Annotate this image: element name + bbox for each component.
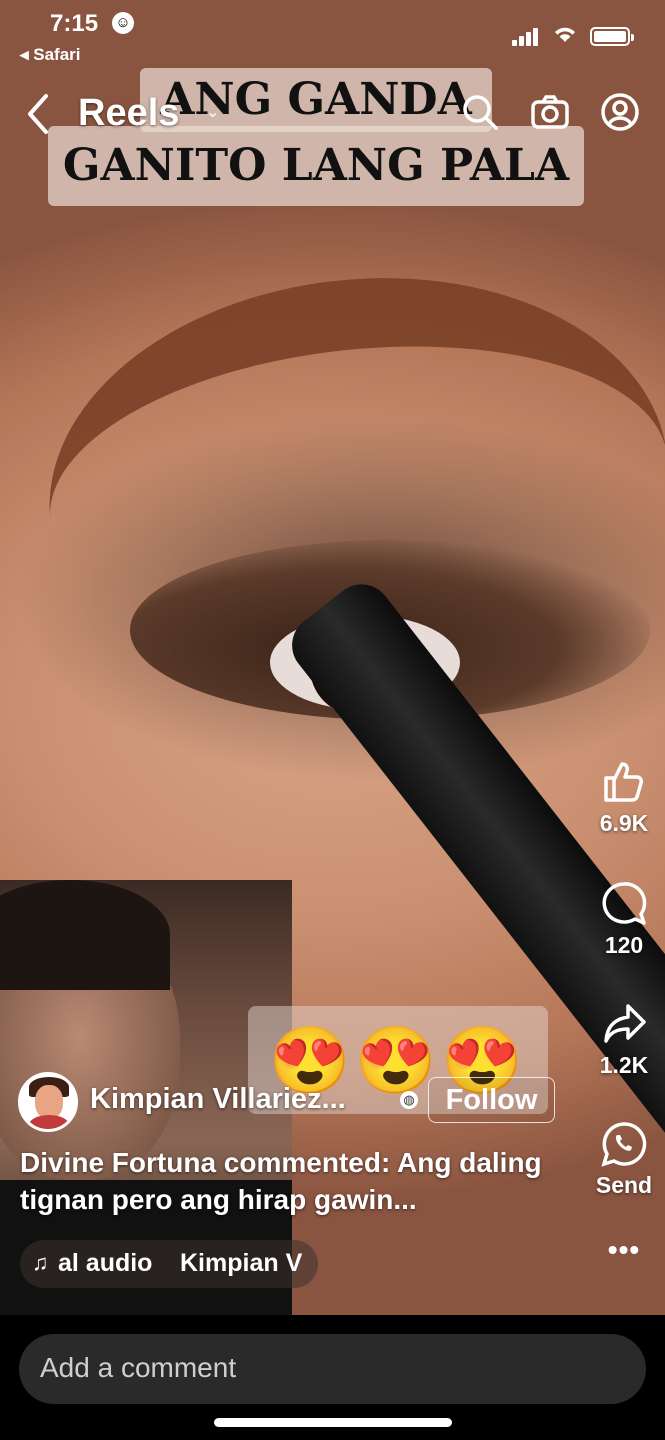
follow-button[interactable]: Follow: [428, 1077, 555, 1123]
share-icon: [604, 1004, 646, 1043]
video-eyebrow: [28, 248, 665, 562]
cellular-signal-icon: [512, 28, 538, 46]
wifi-icon: [552, 24, 578, 49]
avatar[interactable]: [18, 1072, 78, 1132]
chevron-down-icon[interactable]: ⌄: [206, 102, 219, 122]
like-count: 6.9K: [599, 810, 649, 836]
status-time: 7:15: [50, 10, 99, 37]
share-count: 1.2K: [599, 1052, 649, 1078]
globe-icon: ◍: [400, 1091, 418, 1109]
camera-icon[interactable]: [530, 92, 570, 132]
home-indicator: [214, 1418, 452, 1427]
reel-video[interactable]: ANG GANDA GANITO LANG PALA 😍😍😍 7:15 ☺ ◂ …: [0, 0, 665, 1315]
comment-button[interactable]: 120: [586, 880, 662, 959]
comment-icon: [602, 882, 647, 925]
reel-caption[interactable]: Divine Fortuna commented: Ang daling tig…: [20, 1144, 580, 1218]
audio-artist: Kimpian V: [180, 1249, 303, 1277]
profile-icon[interactable]: [600, 92, 640, 132]
like-button[interactable]: 6.9K: [586, 758, 662, 837]
like-icon: [604, 762, 643, 802]
author-name[interactable]: Kimpian Villariez...: [90, 1083, 346, 1116]
video-text-overlay-line1: ANG GANDA: [140, 68, 492, 132]
video-text-overlay-line2: GANITO LANG PALA: [48, 126, 584, 206]
send-label: Send: [595, 1172, 653, 1198]
comment-input[interactable]: Add a comment: [40, 1352, 236, 1384]
whatsapp-icon: [601, 1122, 647, 1167]
send-whatsapp-button[interactable]: Send: [586, 1120, 662, 1199]
status-bar: 7:15 ☺ ◂ Safari: [0, 0, 665, 70]
search-icon[interactable]: [460, 92, 500, 132]
music-note-icon: ♫: [32, 1250, 49, 1275]
page-title[interactable]: Reels: [78, 92, 179, 135]
chevron-left-icon[interactable]: [22, 92, 54, 136]
audio-label: al audio: [58, 1249, 153, 1277]
share-button[interactable]: 1.2K: [586, 1000, 662, 1079]
battery-icon: [590, 27, 634, 46]
focus-mode-icon: ☺: [112, 12, 134, 34]
audio-pill[interactable]: ♫ al audio Kimpian V: [20, 1240, 318, 1288]
back-to-safari-link[interactable]: ◂ Safari: [20, 45, 81, 65]
more-icon[interactable]: •••: [586, 1234, 662, 1266]
comment-bar[interactable]: Add a comment: [19, 1334, 646, 1404]
comment-count: 120: [604, 932, 644, 958]
